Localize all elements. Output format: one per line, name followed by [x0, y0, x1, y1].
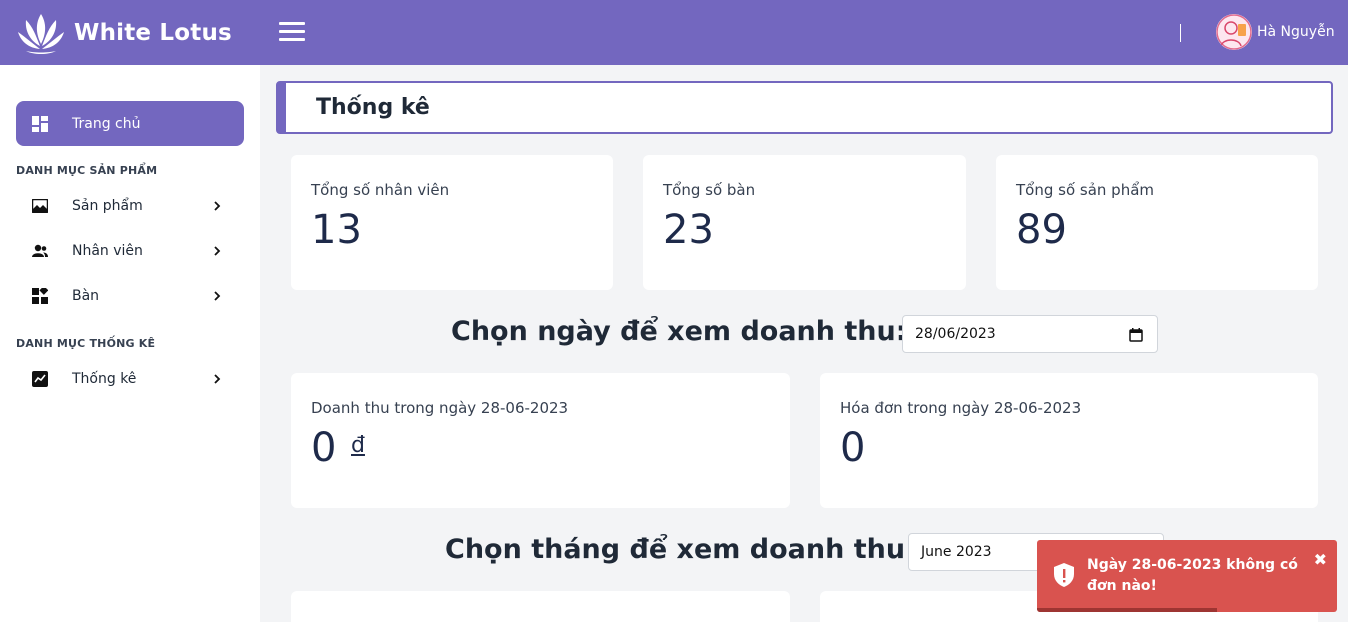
date-value: 28/06/2023 [915, 326, 996, 342]
sidebar-item-label: Thống kê [72, 371, 137, 387]
lotus-logo-icon [18, 13, 64, 54]
sidebar-item-statistics[interactable]: Thống kê [16, 361, 244, 397]
brand[interactable]: White Lotus [16, 10, 232, 56]
sidebar-item-label: Nhân viên [72, 243, 143, 259]
toast-progress-bar [1037, 608, 1217, 612]
stat-label: Tổng số nhân viên [311, 181, 450, 199]
grid-icon [32, 288, 48, 304]
brand-name: White Lotus [74, 19, 232, 46]
day-orders-value: 0 [840, 425, 866, 471]
sidebar-item-label: Bàn [72, 288, 100, 304]
section-title-products: DANH MỤC SẢN PHẨM [16, 164, 158, 177]
chevron-right-icon [214, 246, 221, 256]
sidebar-item-tables[interactable]: Bàn [16, 278, 244, 314]
stat-value: 13 [311, 207, 362, 253]
day-section-heading: Chọn ngày để xem doanh thu: [451, 316, 907, 347]
user-name: Hà Nguyễn [1257, 24, 1335, 40]
month-revenue-card [291, 591, 790, 622]
date-picker-input[interactable]: 28/06/2023 [902, 315, 1158, 353]
chevron-right-icon [214, 201, 221, 211]
stat-value: 23 [663, 207, 714, 253]
month-value: June 2023 [921, 544, 992, 560]
day-orders-card: Hóa đơn trong ngày 28-06-2023 0 [820, 373, 1318, 508]
page-title-box: Thống kê [276, 81, 1333, 134]
dashboard-icon [32, 115, 48, 132]
shield-alert-icon [1054, 563, 1074, 587]
header-divider [1180, 24, 1181, 42]
day-revenue-card: Doanh thu trong ngày 28-06-2023 0 đ [291, 373, 790, 508]
section-title-stats: DANH MỤC THỐNG KÊ [16, 337, 156, 350]
top-header: White Lotus Hà Nguyễn [0, 0, 1348, 65]
user-menu[interactable]: Hà Nguyễn [1216, 14, 1335, 50]
toast-message: Ngày 28-06-2023 không có đơn nào! [1087, 557, 1298, 594]
sidebar-item-label: Trang chủ [72, 115, 141, 132]
error-toast: Ngày 28-06-2023 không có đơn nào! ✖ [1037, 540, 1337, 612]
image-icon [32, 198, 48, 214]
day-revenue-label: Doanh thu trong ngày 28-06-2023 [311, 399, 569, 417]
user-avatar [1216, 14, 1252, 50]
page-title: Thống kê [316, 95, 430, 120]
calendar-icon[interactable] [1129, 328, 1143, 342]
month-section-heading: Chọn tháng để xem doanh thu: [445, 534, 916, 565]
chart-icon [32, 371, 48, 387]
stat-card-tables: Tổng số bàn 23 [643, 155, 966, 290]
sidebar-item-employees[interactable]: Nhân viên [16, 233, 244, 269]
users-icon [32, 243, 48, 259]
sidebar: Trang chủ DANH MỤC SẢN PHẨM Sản phẩm Nhâ… [0, 65, 260, 622]
sidebar-item-label: Sản phẩm [72, 198, 143, 214]
chevron-right-icon [214, 374, 221, 384]
stat-card-products: Tổng số sản phẩm 89 [996, 155, 1318, 290]
avatar-icon [1216, 14, 1252, 50]
sidebar-item-products[interactable]: Sản phẩm [16, 188, 244, 224]
day-revenue-value: 0 [311, 425, 337, 471]
close-icon[interactable]: ✖ [1314, 550, 1327, 569]
stat-label: Tổng số sản phẩm [1016, 181, 1155, 199]
day-orders-label: Hóa đơn trong ngày 28-06-2023 [840, 399, 1082, 417]
stat-value: 89 [1016, 207, 1067, 253]
sidebar-item-home[interactable]: Trang chủ [16, 101, 244, 146]
chevron-right-icon [214, 291, 221, 301]
hamburger-menu-icon[interactable] [279, 22, 305, 44]
currency-symbol: đ [351, 433, 365, 458]
stat-label: Tổng số bàn [663, 181, 756, 199]
stat-card-employees: Tổng số nhân viên 13 [291, 155, 613, 290]
